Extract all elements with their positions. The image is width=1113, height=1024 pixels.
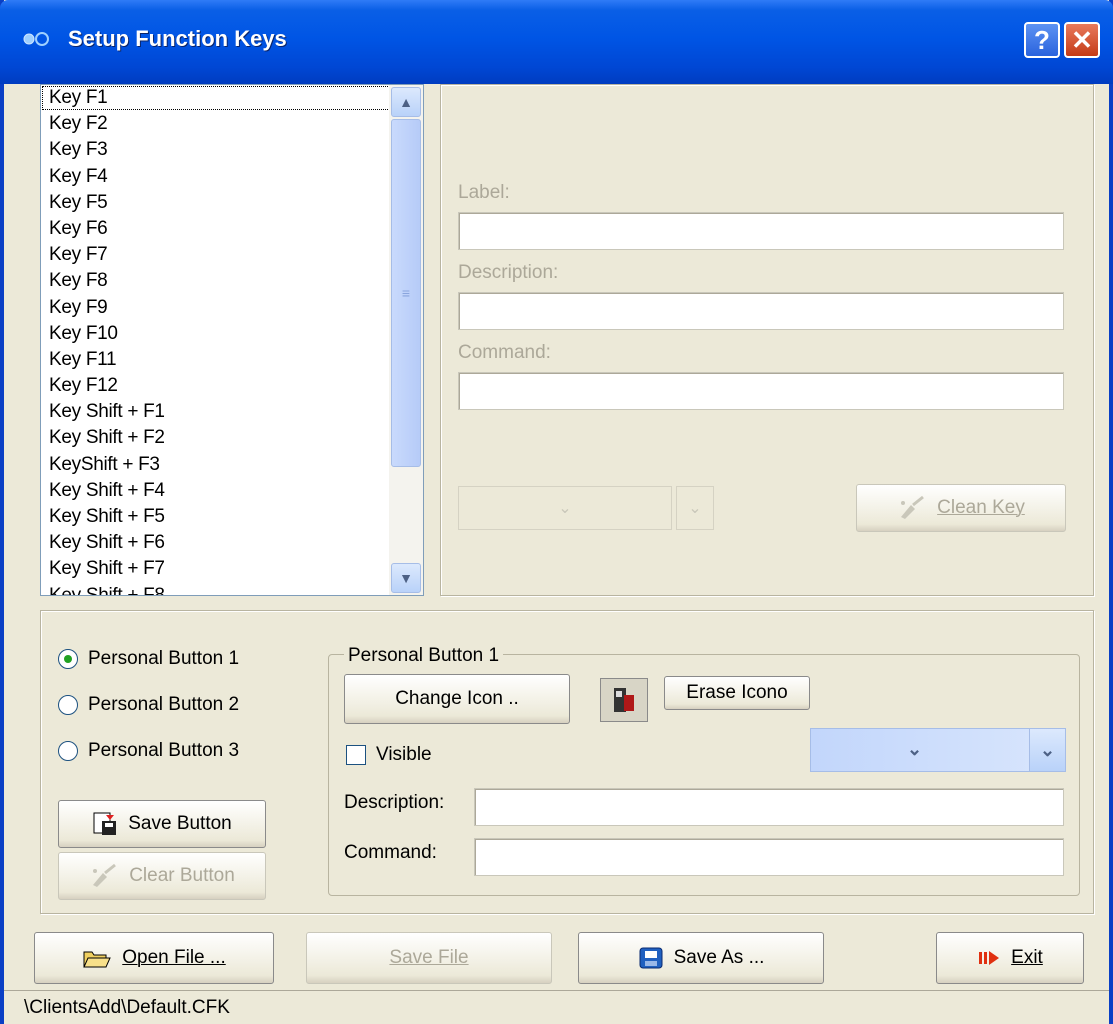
open-file-button[interactable]: Open File ...	[34, 932, 274, 984]
function-keys-list[interactable]: Key F1 Key F2 Key F3 Key F4 Key F5 Key F6 Key …	[40, 84, 424, 596]
group-title: Personal Button 1	[344, 645, 504, 667]
chevron-down-icon: ⌄	[688, 500, 702, 517]
title-bar[interactable]: Setup Function Keys ? ✕	[0, 0, 1113, 84]
erase-icon-label: Erase Icono	[686, 682, 788, 703]
clear-button-label: Clear Button	[129, 865, 235, 886]
exit-arrow-icon	[977, 949, 1001, 967]
personal-command-caption: Command:	[344, 842, 437, 863]
key-combo-dropdown[interactable]: ⌄	[676, 486, 714, 530]
save-as-label: Save As ...	[673, 947, 765, 968]
checkbox-indicator	[346, 745, 366, 765]
app-icon	[23, 32, 49, 46]
description-field[interactable]	[458, 292, 1064, 330]
list-item[interactable]: Key F3	[41, 137, 391, 163]
visible-label: Visible	[376, 744, 432, 765]
radio-label: Personal Button 3	[88, 740, 240, 761]
personal-description-field[interactable]	[474, 788, 1064, 826]
save-as-button[interactable]: Save As ...	[578, 932, 824, 984]
status-path: \ClientsAdd\Default.CFK	[24, 997, 230, 1018]
window-title: Setup Function Keys	[68, 26, 287, 51]
radio-indicator	[58, 741, 78, 761]
personal-button-1-radio[interactable]: Personal Button 1	[58, 648, 239, 670]
change-icon-button[interactable]: Change Icon ..	[344, 674, 570, 724]
clean-key-label: Clean Key	[937, 497, 1025, 518]
exit-label: Exit	[1011, 947, 1043, 968]
description-caption: Description:	[458, 262, 559, 283]
erase-icon-button[interactable]: Erase Icono	[664, 676, 810, 710]
change-icon-label: Change Icon ..	[395, 688, 519, 709]
key-combo-disabled[interactable]: ⌄	[458, 486, 672, 530]
list-item[interactable]: Key F4	[41, 164, 391, 190]
personal-button-2-radio[interactable]: Personal Button 2	[58, 694, 239, 716]
setup-function-keys-window: Setup Function Keys ? ✕ Key F1 Key F2 Key …	[0, 0, 1113, 1024]
close-button[interactable]: ✕	[1064, 22, 1100, 58]
list-item[interactable]: Key F9	[41, 295, 391, 321]
chevron-down-icon: ⌄	[558, 500, 572, 517]
save-button-label: Save Button	[128, 813, 232, 834]
open-folder-icon	[82, 946, 112, 970]
button-icon-preview	[600, 678, 648, 722]
scroll-thumb[interactable]: ≡	[391, 119, 421, 467]
list-item[interactable]: KeyShift + F3	[41, 452, 391, 478]
list-item[interactable]: Key Shift + F6	[41, 530, 391, 556]
command-caption: Command:	[458, 342, 551, 363]
label-field[interactable]	[458, 212, 1064, 250]
help-icon: ?	[1034, 25, 1050, 55]
chevron-down-icon: ⌄	[907, 739, 923, 759]
save-file-label: Save File	[389, 947, 469, 968]
list-item[interactable]: Key F2	[41, 111, 391, 137]
save-button-button[interactable]: Save Button	[58, 800, 266, 848]
close-icon: ✕	[1071, 25, 1093, 55]
label-caption: Label:	[458, 182, 510, 203]
list-item[interactable]: Key Shift + F5	[41, 504, 391, 530]
list-item[interactable]: Key F11	[41, 347, 391, 373]
radio-label: Personal Button 2	[88, 694, 240, 715]
open-file-label: Open File ...	[122, 947, 226, 968]
list-item[interactable]: Key F10	[41, 321, 391, 347]
list-item[interactable]: Key F6	[41, 216, 391, 242]
list-item[interactable]: Key Shift + F1	[41, 399, 391, 425]
list-scrollbar[interactable]: ▲ ≡ ▼	[389, 85, 423, 595]
list-item[interactable]: Key Shift + F8	[41, 583, 391, 595]
help-button[interactable]: ?	[1024, 22, 1060, 58]
list-item[interactable]: Key F12	[41, 373, 391, 399]
personal-description-caption: Description:	[344, 792, 445, 813]
radio-label: Personal Button 1	[88, 648, 240, 669]
printer-icon	[614, 688, 634, 712]
clear-button-button[interactable]: Clear Button	[58, 852, 266, 900]
personal-button-3-radio[interactable]: Personal Button 3	[58, 740, 239, 762]
radio-indicator	[58, 649, 78, 669]
function-keys-items: Key F1 Key F2 Key F3 Key F4 Key F5 Key F6 Key …	[41, 85, 391, 595]
floppy-icon	[638, 945, 664, 971]
exit-button[interactable]: Exit	[936, 932, 1084, 984]
list-item[interactable]: Key Shift + F4	[41, 478, 391, 504]
save-file-button[interactable]: Save File	[306, 932, 552, 984]
personal-command-field[interactable]	[474, 838, 1064, 876]
list-item[interactable]: Key F7	[41, 242, 391, 268]
radio-indicator	[58, 695, 78, 715]
command-field[interactable]	[458, 372, 1064, 410]
clean-key-button[interactable]: Clean Key	[856, 484, 1066, 532]
list-item[interactable]: Key Shift + F7	[41, 556, 391, 582]
status-bar: \ClientsAdd\Default.CFK	[4, 990, 1109, 1024]
list-item[interactable]: Key F5	[41, 190, 391, 216]
combo-dropdown-button[interactable]: ⌄	[1029, 729, 1065, 771]
save-disk-icon	[92, 811, 118, 837]
scroll-up-icon[interactable]: ▲	[391, 87, 421, 117]
personal-combo[interactable]: ⌄ ⌄	[810, 728, 1066, 772]
scroll-down-icon[interactable]: ▼	[391, 563, 421, 593]
broom-icon	[897, 495, 927, 521]
list-item[interactable]: Key F1	[41, 85, 391, 111]
visible-checkbox[interactable]: Visible	[346, 744, 432, 766]
broom-icon	[89, 863, 119, 889]
list-item[interactable]: Key Shift + F2	[41, 425, 391, 451]
list-item[interactable]: Key F8	[41, 268, 391, 294]
